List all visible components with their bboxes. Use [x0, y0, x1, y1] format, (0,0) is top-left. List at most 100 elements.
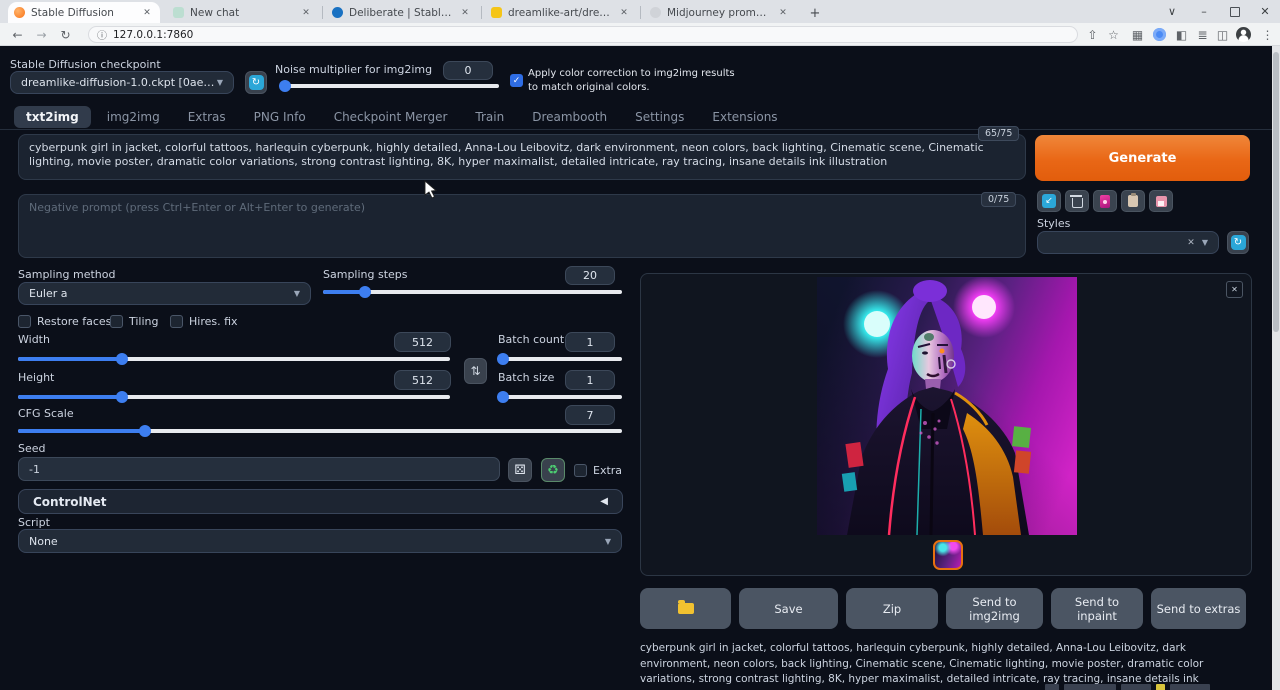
tab-search-chevron-icon[interactable]: ∨	[1157, 0, 1187, 23]
generate-button[interactable]: Generate	[1035, 135, 1250, 181]
tab-img2img[interactable]: img2img	[95, 106, 172, 128]
clear-prompt-button[interactable]	[1065, 190, 1089, 212]
side-panel-icon[interactable]: ◫	[1213, 25, 1232, 44]
styles-select[interactable]: ✕ ▼	[1037, 231, 1219, 254]
batch-size-slider[interactable]	[498, 390, 622, 404]
width-slider[interactable]	[18, 352, 450, 366]
styles-refresh-button[interactable]: ↻	[1227, 231, 1249, 254]
send-to-img2img-button[interactable]: Send to img2img	[946, 588, 1043, 629]
tab-txt2img[interactable]: txt2img	[14, 106, 91, 128]
send-to-inpaint-button[interactable]: Send to inpaint	[1051, 588, 1143, 629]
window-minimize-button[interactable]: –	[1189, 0, 1219, 23]
bookmark-star-icon[interactable]: ☆	[1104, 25, 1123, 44]
tab-close-icon[interactable]: ✕	[140, 6, 154, 20]
prompt-textarea[interactable]: cyberpunk girl in jacket, colorful tatto…	[18, 134, 1026, 180]
share-icon[interactable]: ⇧	[1083, 25, 1102, 44]
restore-faces-checkbox[interactable]	[18, 315, 31, 328]
page-scrollbar-thumb[interactable]	[1273, 52, 1279, 332]
page-scrollbar-track[interactable]	[1272, 46, 1280, 690]
gallery-close-button[interactable]: ✕	[1226, 281, 1243, 298]
profile-avatar[interactable]	[1234, 25, 1253, 44]
browser-menu-icon[interactable]: ⋮	[1258, 25, 1277, 44]
tab-dreambooth[interactable]: Dreambooth	[520, 106, 619, 128]
tab-title: Midjourney prompt examples : L	[667, 7, 770, 19]
extra-seed-checkbox[interactable]	[574, 464, 587, 477]
extensions-puzzle-icon[interactable]: ◧	[1172, 25, 1191, 44]
back-icon[interactable]: ←	[8, 25, 27, 44]
tab-checkpoint-merger[interactable]: Checkpoint Merger	[322, 106, 460, 128]
tab-close-icon[interactable]: ✕	[299, 6, 313, 20]
height-value[interactable]: 512	[394, 370, 451, 390]
cfg-scale-value[interactable]: 7	[565, 405, 615, 425]
apply-styles-button[interactable]	[1121, 190, 1145, 212]
window-close-button[interactable]: ✕	[1250, 0, 1280, 23]
chevron-down-icon: ▼	[217, 78, 223, 87]
address-bar[interactable]: ⓘ 127.0.0.1:7860	[88, 26, 1078, 43]
batch-count-value[interactable]: 1	[565, 332, 615, 352]
tab-png-info[interactable]: PNG Info	[242, 106, 318, 128]
negative-prompt-textarea[interactable]: Negative prompt (press Ctrl+Enter or Alt…	[18, 194, 1026, 258]
sampling-steps-slider[interactable]	[323, 285, 622, 299]
send-to-extras-button[interactable]: Send to extras	[1151, 588, 1246, 629]
save-style-button[interactable]	[1149, 190, 1173, 212]
tab-extensions[interactable]: Extensions	[700, 106, 789, 128]
gallery-thumbnail-selected[interactable]	[933, 540, 963, 570]
color-correction-checkbox[interactable]: ✓	[510, 74, 523, 87]
reload-icon[interactable]: ↻	[56, 25, 75, 44]
tab-title: New chat	[190, 7, 293, 19]
controlnet-accordion[interactable]: ControlNet ◀	[18, 489, 623, 514]
browser-tab-dreamlike[interactable]: dreamlike-art/dreamlike-diffusio ✕	[485, 2, 637, 23]
cfg-scale-slider[interactable]	[18, 424, 622, 438]
batch-count-slider[interactable]	[498, 352, 622, 366]
batch-size-value[interactable]: 1	[565, 370, 615, 390]
tab-settings[interactable]: Settings	[623, 106, 696, 128]
generated-image[interactable]	[817, 277, 1077, 535]
extension-grid-icon[interactable]: ▦	[1128, 25, 1147, 44]
window-maximize-button[interactable]	[1220, 0, 1250, 23]
reading-list-icon[interactable]: ≣	[1193, 25, 1212, 44]
extra-seed-option[interactable]: Extra	[574, 464, 622, 477]
controlnet-label: ControlNet	[33, 495, 107, 509]
tab-divider	[322, 6, 323, 19]
tiling-label: Tiling	[129, 315, 159, 328]
swap-dimensions-button[interactable]: ⇅	[464, 358, 487, 384]
tiling-checkbox[interactable]	[110, 315, 123, 328]
checkpoint-refresh-button[interactable]: ↻	[245, 71, 267, 94]
restore-faces-option[interactable]: Restore faces	[18, 315, 111, 328]
hires-fix-checkbox[interactable]	[170, 315, 183, 328]
browser-tab-stable-diffusion[interactable]: Stable Diffusion ✕	[8, 2, 160, 23]
open-folder-button[interactable]	[640, 588, 731, 629]
color-correction-label: Apply color correction to img2img result…	[528, 67, 736, 95]
script-dropdown[interactable]: None ▼	[18, 529, 622, 553]
noise-multiplier-slider[interactable]	[281, 79, 499, 93]
tab-close-icon[interactable]: ✕	[617, 6, 631, 20]
reuse-seed-button[interactable]: ♻	[541, 458, 565, 482]
browser-tab-new-chat[interactable]: New chat ✕	[167, 2, 319, 23]
zip-button[interactable]: Zip	[846, 588, 938, 629]
save-button[interactable]: Save	[739, 588, 838, 629]
site-info-icon[interactable]: ⓘ	[97, 27, 107, 42]
tab-close-icon[interactable]: ✕	[776, 6, 790, 20]
random-seed-button[interactable]: ⚄	[508, 458, 532, 482]
seed-label: Seed	[18, 442, 46, 455]
styles-clear-icon[interactable]: ✕	[1187, 238, 1195, 248]
height-slider[interactable]	[18, 390, 450, 404]
new-tab-button[interactable]: +	[806, 4, 824, 22]
width-value[interactable]: 512	[394, 332, 451, 352]
browser-tab-midjourney[interactable]: Midjourney prompt examples : L ✕	[644, 2, 796, 23]
browser-tab-deliberate[interactable]: Deliberate | Stable Diffusion Che ✕	[326, 2, 478, 23]
tiling-option[interactable]: Tiling	[110, 315, 159, 328]
sampling-steps-value[interactable]: 20	[565, 266, 615, 285]
hires-fix-option[interactable]: Hires. fix	[170, 315, 238, 328]
forward-icon[interactable]: →	[32, 25, 51, 44]
tab-close-icon[interactable]: ✕	[458, 6, 472, 20]
extra-networks-button[interactable]	[1093, 190, 1117, 212]
noise-multiplier-value[interactable]: 0	[443, 61, 493, 80]
sampling-method-dropdown[interactable]: Euler a ▼	[18, 282, 311, 305]
paste-parameters-button[interactable]: ↙	[1037, 190, 1061, 212]
extension-blue-icon[interactable]	[1150, 25, 1169, 44]
tab-extras[interactable]: Extras	[176, 106, 238, 128]
seed-input[interactable]: -1	[18, 457, 500, 481]
checkpoint-dropdown[interactable]: dreamlike-diffusion-1.0.ckpt [0aecbcfa2c…	[10, 71, 234, 94]
tab-train[interactable]: Train	[463, 106, 516, 128]
